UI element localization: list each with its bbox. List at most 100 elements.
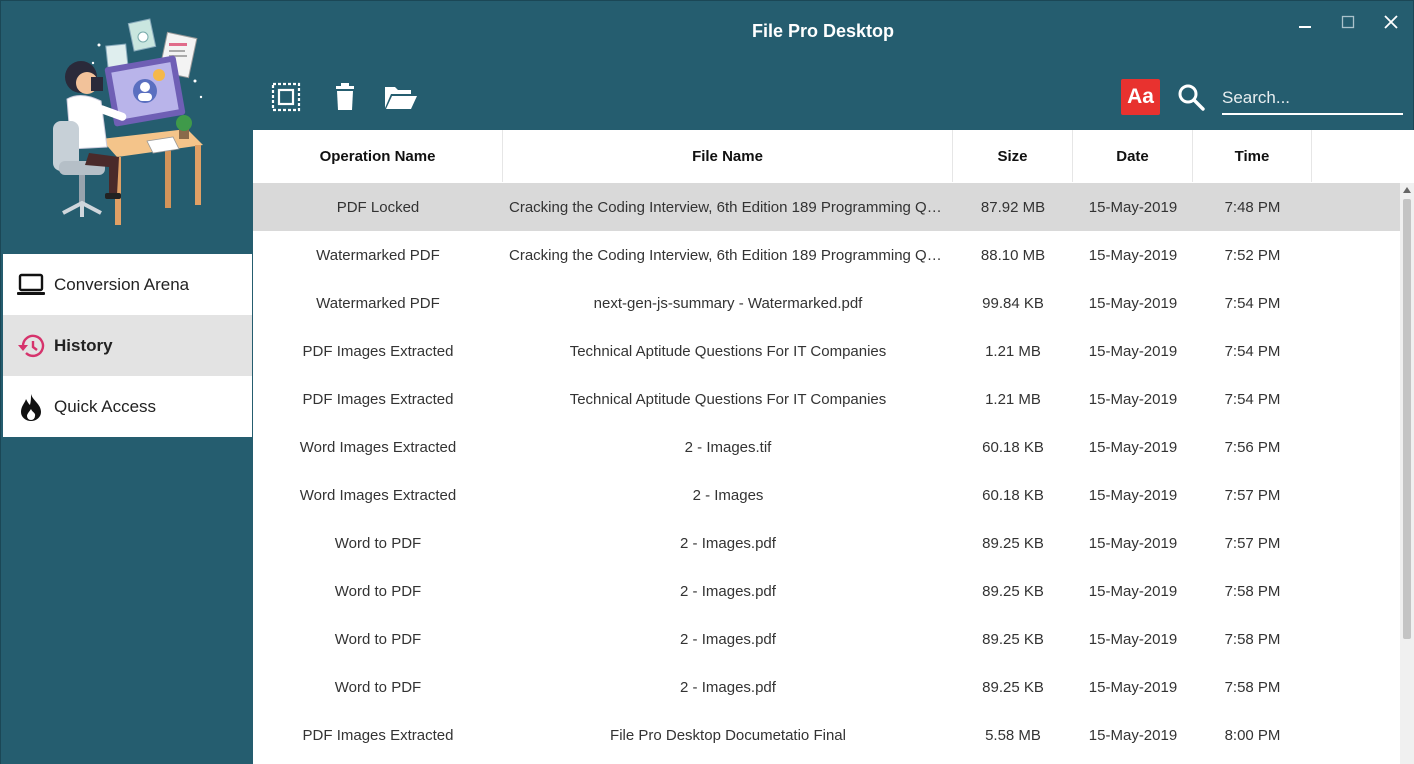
cell-date: 15-May-2019: [1088, 246, 1178, 264]
cell-time: 8:00 PM: [1224, 726, 1281, 744]
cell-operation-name: Word Images Extracted: [299, 486, 457, 504]
maximize-button[interactable]: [1336, 11, 1360, 33]
table-row[interactable]: Word to PDF 2 - Images.pdf 89.25 KB 15-May-…: [253, 663, 1400, 711]
cell-file-name: 2 - Images.pdf: [680, 534, 776, 552]
cell-date: 15-May-2019: [1088, 294, 1178, 312]
table-row[interactable]: Watermarked PDF Cracking the Coding Inter…: [253, 231, 1400, 279]
cell-size: 89.25 KB: [982, 582, 1044, 600]
cell-size: 60.18 KB: [982, 438, 1044, 456]
table-row[interactable]: Word to PDF 2 - Images.pdf 89.25 KB 15-May-…: [253, 567, 1400, 615]
column-header-time[interactable]: Time: [1193, 130, 1312, 182]
select-all-button[interactable]: [269, 81, 303, 113]
cell-file-name: next-gen-js-summary - Watermarked.pdf: [593, 294, 863, 312]
column-header-date[interactable]: Date: [1073, 130, 1193, 182]
cell-operation-name: Word to PDF: [334, 630, 422, 648]
cell-time: 7:57 PM: [1224, 486, 1281, 504]
delete-button[interactable]: [328, 81, 362, 113]
cell-date: 15-May-2019: [1088, 438, 1178, 456]
font-settings-button[interactable]: Aa: [1121, 79, 1160, 115]
sidebar-item-conversion-arena[interactable]: Conversion Arena: [3, 254, 252, 315]
cell-time: 7:52 PM: [1224, 246, 1281, 264]
minimize-button[interactable]: [1293, 11, 1317, 33]
maximize-icon: [1341, 15, 1355, 29]
cell-size: 89.25 KB: [982, 534, 1044, 552]
cell-time: 7:57 PM: [1224, 534, 1281, 552]
trash-icon: [336, 83, 354, 110]
cell-operation-name: Watermarked PDF: [316, 246, 440, 264]
cell-operation-name: Word to PDF: [334, 678, 422, 696]
cell-operation-name: Word Images Extracted: [299, 438, 457, 456]
table-row[interactable]: PDF Images Extracted File Pro Desktop Doc…: [253, 711, 1400, 759]
cell-date: 15-May-2019: [1088, 726, 1178, 744]
cell-operation-name: Word to PDF: [334, 582, 422, 600]
cell-date: 15-May-2019: [1088, 678, 1178, 696]
cell-file-name: Cracking the Coding Interview, 6th Editi…: [509, 246, 948, 264]
table-row[interactable]: Word to PDF 2 - Images.pdf 89.25 KB 15-May-…: [253, 519, 1400, 567]
cell-operation-name: PDF Images Extracted: [302, 390, 454, 408]
cell-date: 15-May-2019: [1088, 582, 1178, 600]
column-header-file-name[interactable]: File Name: [503, 130, 953, 182]
select-all-icon: [271, 82, 301, 112]
cell-file-name: Technical Aptitude Questions For IT Comp…: [569, 390, 887, 408]
table-row[interactable]: PDF Images Extracted Technical Aptitude Q…: [253, 375, 1400, 423]
cell-operation-name: PDF Locked: [336, 198, 420, 216]
search-icon: [1178, 84, 1205, 111]
table-row[interactable]: Word to PDF 2 - Images.pdf 89.25 KB 15-May-…: [253, 615, 1400, 663]
sidebar-nav: Conversion Arena History Quick Access: [3, 254, 252, 437]
cell-date: 15-May-2019: [1088, 342, 1178, 360]
cell-size: 89.25 KB: [982, 678, 1044, 696]
cell-size: 60.18 KB: [982, 486, 1044, 504]
sidebar-item-label: Quick Access: [54, 396, 157, 416]
sidebar-item-label: History: [54, 335, 113, 355]
cell-date: 15-May-2019: [1088, 198, 1178, 216]
cell-date: 15-May-2019: [1088, 534, 1178, 552]
cell-date: 15-May-2019: [1088, 630, 1178, 648]
table-row[interactable]: Word Images Extracted 2 - Images.tif 60.18…: [253, 423, 1400, 471]
cell-time: 7:54 PM: [1224, 342, 1281, 360]
column-header-operation-name[interactable]: Operation Name: [253, 130, 503, 182]
cell-size: 1.21 MB: [985, 342, 1041, 360]
cell-file-name: 2 - Images.pdf: [680, 678, 776, 696]
flame-icon: [16, 392, 46, 422]
scroll-thumb[interactable]: [1403, 199, 1411, 639]
cell-operation-name: Word to PDF: [334, 534, 422, 552]
sidebar-item-history[interactable]: History: [3, 315, 252, 376]
table-row[interactable]: Watermarked PDF next-gen-js-summary - Wat…: [253, 279, 1400, 327]
table-row[interactable]: PDF Images Extracted Technical Aptitude Q…: [253, 327, 1400, 375]
cell-date: 15-May-2019: [1088, 390, 1178, 408]
search-button[interactable]: [1175, 81, 1207, 113]
cell-time: 7:58 PM: [1224, 582, 1281, 600]
sidebar: Conversion Arena History Quick Access: [1, 1, 253, 764]
cell-file-name: Cracking the Coding Interview, 6th Editi…: [509, 198, 948, 216]
developer-illustration: [53, 18, 203, 225]
cell-time: 7:54 PM: [1224, 294, 1281, 312]
history-table: Operation Name File Name Size Date Time …: [253, 130, 1414, 764]
cell-size: 87.92 MB: [980, 198, 1046, 216]
app-window: Conversion Arena History Quick Access Fi…: [0, 0, 1414, 764]
sidebar-item-quick-access[interactable]: Quick Access: [3, 376, 252, 437]
cell-time: 7:58 PM: [1224, 630, 1281, 648]
folder-open-icon: [385, 87, 417, 109]
cell-operation-name: Watermarked PDF: [316, 294, 440, 312]
table-row[interactable]: Word Images Extracted 2 - Images 60.18 KB 1…: [253, 471, 1400, 519]
cell-file-name: Technical Aptitude Questions For IT Comp…: [569, 342, 887, 360]
close-icon: [1384, 15, 1398, 29]
search-input[interactable]: [1222, 83, 1403, 115]
history-icon: [16, 331, 46, 361]
cell-time: 7:58 PM: [1224, 678, 1281, 696]
scroll-up-arrow-icon[interactable]: [1400, 183, 1414, 197]
close-button[interactable]: [1379, 11, 1403, 33]
open-folder-button[interactable]: [384, 81, 418, 113]
table-row[interactable]: PDF Locked Cracking the Coding Interview,…: [253, 183, 1400, 231]
cell-size: 88.10 MB: [980, 246, 1046, 264]
cell-operation-name: PDF Images Extracted: [302, 342, 454, 360]
column-header-size[interactable]: Size: [953, 130, 1073, 182]
cell-file-name: File Pro Desktop Documetatio Final: [610, 726, 846, 744]
cell-size: 99.84 KB: [982, 294, 1044, 312]
vertical-scrollbar[interactable]: [1400, 183, 1414, 764]
minimize-icon: [1299, 26, 1311, 28]
window-title: File Pro Desktop: [751, 21, 895, 41]
cell-time: 7:56 PM: [1224, 438, 1281, 456]
cell-size: 1.21 MB: [985, 390, 1041, 408]
table-body: PDF Locked Cracking the Coding Interview,…: [253, 183, 1400, 759]
